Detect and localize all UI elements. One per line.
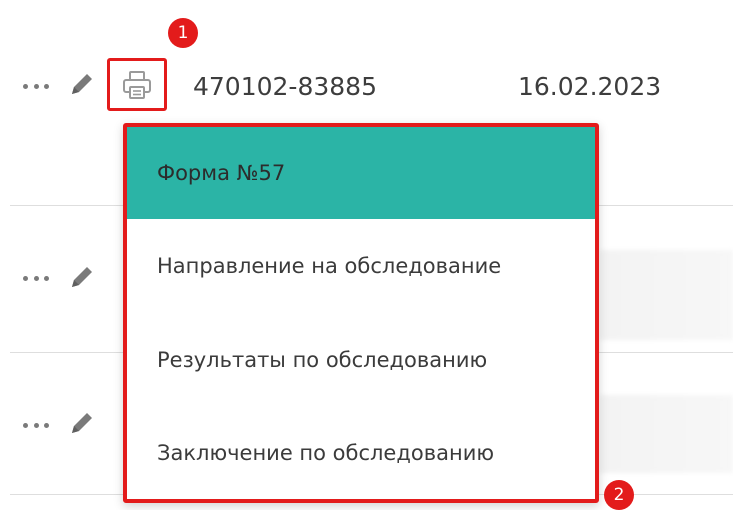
blurred-content — [600, 395, 733, 473]
print-button-highlight — [107, 58, 167, 111]
blurred-content — [600, 250, 733, 340]
print-form-menu: Форма №57 Направление на обследование Ре… — [123, 123, 599, 503]
more-actions-icon[interactable] — [23, 82, 49, 90]
record-number: 470102-83885 — [193, 72, 377, 101]
pencil-icon[interactable] — [67, 262, 97, 292]
pencil-icon[interactable] — [67, 408, 97, 438]
menu-item-results[interactable]: Результаты по обследованию — [127, 313, 595, 407]
annotation-badge-1: 1 — [168, 18, 198, 48]
menu-item-conclusion[interactable]: Заключение по обследованию — [127, 407, 595, 499]
more-actions-icon[interactable] — [23, 421, 49, 429]
menu-item-form-57[interactable]: Форма №57 — [127, 127, 595, 219]
more-actions-icon[interactable] — [23, 274, 49, 282]
journal-screen: 1 470102-83885 16.02.2023 Форма №57 Напр… — [0, 0, 733, 510]
menu-item-referral[interactable]: Направление на обследование — [127, 219, 595, 313]
record-date: 16.02.2023 — [518, 72, 662, 101]
annotation-badge-2: 2 — [604, 480, 634, 510]
pencil-icon[interactable] — [67, 69, 97, 99]
